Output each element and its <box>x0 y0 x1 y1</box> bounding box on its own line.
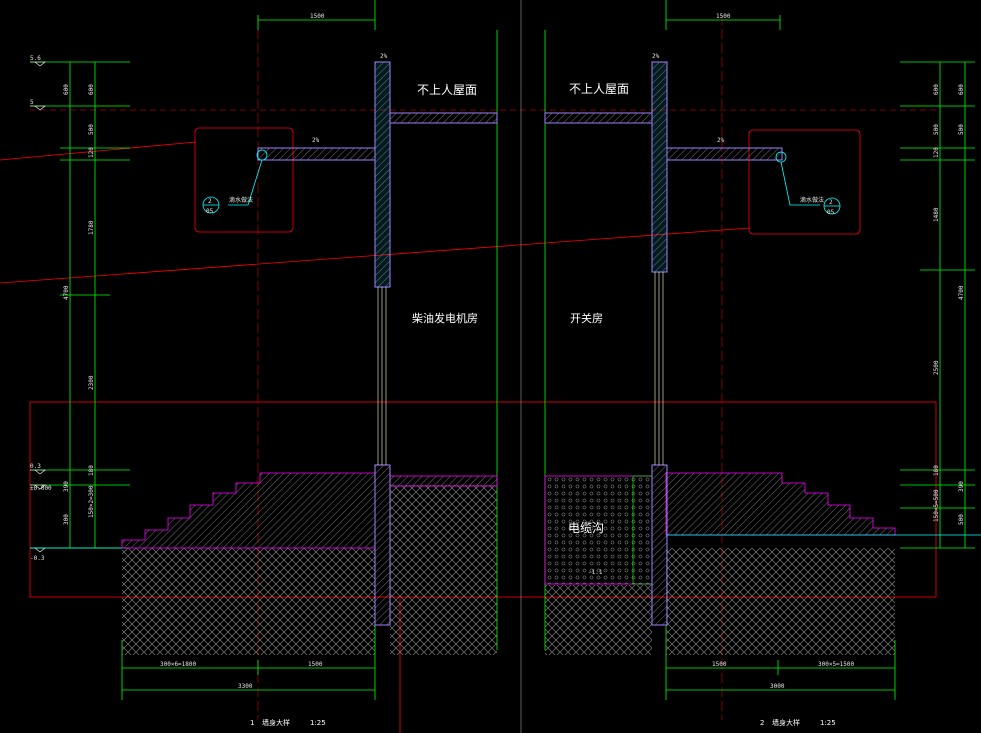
svg-text:150×2=300: 150×2=300 <box>88 485 95 518</box>
caption-left: 1 墙身大样 1:25 <box>250 718 326 727</box>
soil-left-inner <box>390 485 497 655</box>
svg-text:1480: 1480 <box>933 207 940 222</box>
canopy-slope-right: 2% <box>717 137 725 144</box>
svg-text:500: 500 <box>958 514 965 525</box>
soil-right-inner <box>545 585 652 655</box>
bottom-dim-left-0: 300×6=1800 <box>160 661 197 668</box>
vertical-dims-right: 600 600 500 500 120 1480 4700 2500 180 3… <box>933 84 965 525</box>
svg-text:120: 120 <box>88 147 95 158</box>
room-label-left: 柴油发电机房 <box>412 311 478 325</box>
svg-text:2500: 2500 <box>933 360 940 375</box>
bottom-total-right: 3000 <box>770 683 785 690</box>
svg-text:0.3: 0.3 <box>30 463 41 470</box>
trench-label: 电缆沟 <box>568 521 604 535</box>
svg-text:500: 500 <box>958 124 965 135</box>
bottom-dim-left-1: 1500 <box>308 661 323 668</box>
svg-text:5.6: 5.6 <box>30 55 41 62</box>
svg-text:600: 600 <box>88 84 95 95</box>
level-texts-left: 5.6 5 0.3 ±0.000 -0.3 <box>30 55 52 562</box>
detail-note-right: 滴水做法 <box>800 196 824 204</box>
svg-text:600: 600 <box>63 84 70 95</box>
window-right <box>654 272 664 465</box>
svg-text:1:25: 1:25 <box>820 719 836 727</box>
bottom-total-left: 3300 <box>238 683 253 690</box>
svg-text:500: 500 <box>933 124 940 135</box>
caption-right: 2 墙身大样 1:25 <box>760 718 836 727</box>
soil-left <box>122 548 375 655</box>
window-left <box>377 287 387 465</box>
room-label-right: 开关房 <box>570 311 603 325</box>
detail-sheet-right: 05 <box>827 209 835 216</box>
roof-slope-right: 2% <box>652 53 660 60</box>
level-markers <box>30 61 46 553</box>
svg-text:墙身大样: 墙身大样 <box>772 718 800 727</box>
detail-sheet-left: 05 <box>206 208 214 215</box>
section-drawing: 不上人屋面 不上人屋面 柴油发电机房 开关房 电缆沟 1500 1500 2% … <box>0 0 981 733</box>
svg-text:390: 390 <box>958 481 965 492</box>
svg-text:1: 1 <box>250 719 254 727</box>
svg-text:390: 390 <box>63 481 70 492</box>
soil-right <box>666 548 895 655</box>
svg-text:300: 300 <box>63 514 70 525</box>
vertical-dims-left: 600 600 500 120 1780 4700 2300 180 390 3… <box>63 84 95 525</box>
svg-text:1780: 1780 <box>88 220 95 235</box>
svg-text:600: 600 <box>958 84 965 95</box>
svg-text:600: 600 <box>933 84 940 95</box>
svg-text:180: 180 <box>933 465 940 476</box>
bottom-dim-right-1: 300×5=1500 <box>818 661 855 668</box>
roof-label-left: 不上人屋面 <box>417 83 477 97</box>
detail-ref-left: 2 <box>208 198 212 205</box>
svg-text:150×5=500: 150×5=500 <box>933 489 940 522</box>
roof-label-right: 不上人屋面 <box>569 82 629 96</box>
svg-text:-0.3: -0.3 <box>30 555 45 562</box>
step-fill-right <box>665 472 896 536</box>
svg-text:2: 2 <box>760 719 764 727</box>
svg-text:180: 180 <box>88 465 95 476</box>
svg-text:5: 5 <box>30 99 34 106</box>
svg-text:1:25: 1:25 <box>310 719 326 727</box>
trench-depth: -1.1 <box>588 569 603 576</box>
top-dim-right: 1500 <box>716 13 731 20</box>
svg-text:4700: 4700 <box>958 285 965 300</box>
svg-text:4700: 4700 <box>63 285 70 300</box>
step-fill-left <box>121 472 376 549</box>
floor-slab-left <box>389 475 498 487</box>
svg-text:墙身大样: 墙身大样 <box>262 718 290 727</box>
svg-text:±0.000: ±0.000 <box>30 485 52 492</box>
svg-text:500: 500 <box>88 124 95 135</box>
svg-text:2300: 2300 <box>88 375 95 390</box>
detail-note-left: 滴水做法 <box>229 196 253 204</box>
detail-ref-right: 2 <box>829 199 833 206</box>
roof-slope-left: 2% <box>380 53 388 60</box>
bottom-dim-right-0: 1500 <box>712 661 727 668</box>
top-dim-left: 1500 <box>310 13 325 20</box>
canopy-slope-left: 2% <box>312 137 320 144</box>
svg-text:120: 120 <box>933 147 940 158</box>
